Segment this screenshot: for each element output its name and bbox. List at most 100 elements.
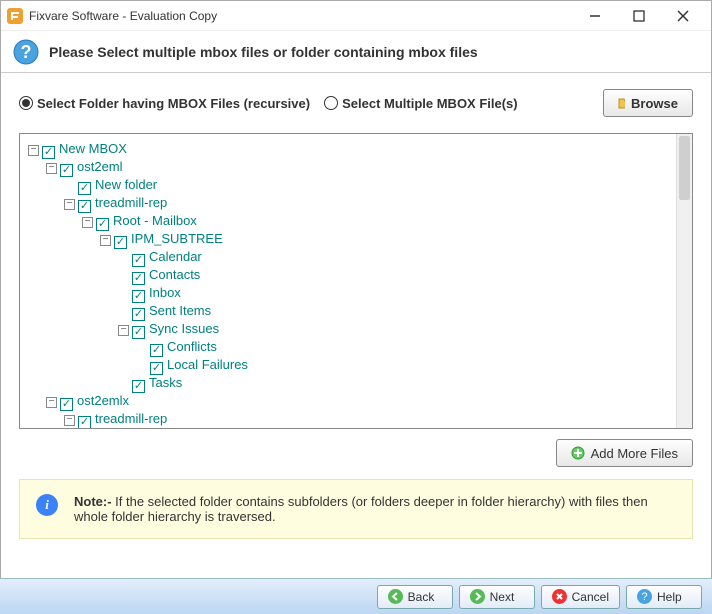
tree-node-label: Local Failures [167,357,248,372]
checkbox-icon[interactable]: ✓ [132,326,145,339]
question-icon: ? [13,39,39,65]
back-label: Back [408,590,435,604]
add-more-label: Add More Files [591,446,678,461]
cancel-x-icon [552,589,567,604]
note-panel: i Note:- If the selected folder contains… [19,479,693,539]
tree-scrollbar[interactable] [676,134,692,428]
browse-label: Browse [631,96,678,111]
back-arrow-icon [388,589,403,604]
cancel-label: Cancel [572,590,609,604]
tree-node[interactable]: −✓ treadmill-rep [24,194,688,212]
maximize-button[interactable] [617,2,661,30]
expand-toggle-icon[interactable]: − [64,199,75,210]
tree-node-label: Calendar [149,249,202,264]
folder-icon [618,96,625,110]
tree-node[interactable]: ✓ Contacts [24,266,688,284]
next-button[interactable]: Next [459,585,535,609]
checkbox-icon[interactable]: ✓ [60,398,73,411]
next-arrow-icon [470,589,485,604]
tree-node-label: Tasks [149,375,182,390]
tree-node[interactable]: −✓ ost2emlx [24,392,688,410]
tree-node-label: Conflicts [167,339,217,354]
checkbox-icon[interactable]: ✓ [42,146,55,159]
tree-node-label: New MBOX [59,141,127,156]
tree-node[interactable]: ✓ Local Failures [24,356,688,374]
radio-label-multiple: Select Multiple MBOX File(s) [342,96,518,111]
note-text: Note:- If the selected folder contains s… [74,494,676,524]
plus-icon [571,446,585,460]
tree-node-label: IPM_SUBTREE [131,231,223,246]
checkbox-icon[interactable]: ✓ [132,380,145,393]
note-bold: Note:- [74,494,112,509]
tree-node[interactable]: −✓ Sync Issues [24,320,688,338]
add-more-files-button[interactable]: Add More Files [556,439,693,467]
expand-toggle-icon[interactable]: − [100,235,111,246]
expand-toggle-icon[interactable]: − [46,397,57,408]
tree-node-label: treadmill-rep [95,411,167,426]
radio-label-folder: Select Folder having MBOX Files (recursi… [37,96,310,111]
help-label: Help [657,590,682,604]
help-q-icon: ? [637,589,652,604]
tree-node[interactable]: ✓ Conflicts [24,338,688,356]
minimize-button[interactable] [573,2,617,30]
expand-toggle-icon[interactable]: − [28,145,39,156]
tree-node-label: Sync Issues [149,321,219,336]
footer-bar: Back Next Cancel ? Help [0,578,712,614]
back-button[interactable]: Back [377,585,453,609]
app-icon [7,8,23,24]
checkbox-icon[interactable]: ✓ [150,362,163,375]
tree-node[interactable]: −✓ IPM_SUBTREE [24,230,688,248]
checkbox-icon[interactable]: ✓ [132,272,145,285]
radio-select-multiple[interactable]: Select Multiple MBOX File(s) [324,96,518,111]
checkbox-icon[interactable]: ✓ [78,416,91,429]
scrollbar-thumb[interactable] [679,136,690,200]
tree-node-label: Contacts [149,267,200,282]
window-title: Fixvare Software - Evaluation Copy [29,9,573,23]
tree-node-label: treadmill-rep [95,195,167,210]
checkbox-icon[interactable]: ✓ [78,200,91,213]
add-more-row: Add More Files [1,429,711,475]
header-text: Please Select multiple mbox files or fol… [49,44,478,60]
checkbox-icon[interactable]: ✓ [78,182,91,195]
svg-text:?: ? [21,42,32,62]
expand-toggle-icon[interactable]: − [64,415,75,426]
info-icon: i [36,494,58,516]
radio-select-folder[interactable]: Select Folder having MBOX Files (recursi… [19,96,310,111]
note-body: If the selected folder contains subfolde… [74,494,648,524]
titlebar: Fixvare Software - Evaluation Copy [1,1,711,31]
tree-node-label: Root - Mailbox [113,213,197,228]
tree-node[interactable]: ✓ Tasks [24,374,688,392]
cancel-button[interactable]: Cancel [541,585,620,609]
tree-node[interactable]: −✓ ost2eml [24,158,688,176]
tree-node-label: New folder [95,177,157,192]
tree-node[interactable]: −✓ treadmill-rep [24,410,688,428]
next-label: Next [490,590,515,604]
checkbox-icon[interactable]: ✓ [60,164,73,177]
tree-node[interactable]: −✓ Root - Mailbox [24,212,688,230]
radio-icon [19,96,33,110]
expand-toggle-icon[interactable]: − [118,325,129,336]
tree-node[interactable]: ✓ Inbox [24,284,688,302]
help-button[interactable]: ? Help [626,585,702,609]
tree-container: −✓New MBOX−✓ost2eml✓New folder−✓treadmil… [19,133,693,429]
checkbox-icon[interactable]: ✓ [150,344,163,357]
tree-node-label: Inbox [149,285,181,300]
browse-button[interactable]: Browse [603,89,693,117]
folder-tree[interactable]: −✓New MBOX−✓ost2eml✓New folder−✓treadmil… [20,134,692,428]
checkbox-icon[interactable]: ✓ [96,218,109,231]
tree-node-label: ost2emlx [77,393,129,408]
expand-toggle-icon[interactable]: − [46,163,57,174]
checkbox-icon[interactable]: ✓ [114,236,127,249]
tree-node[interactable]: ✓ New folder [24,176,688,194]
header-row: ? Please Select multiple mbox files or f… [1,31,711,73]
tree-node[interactable]: −✓ New MBOX [24,140,688,158]
tree-node-label: Sent Items [149,303,211,318]
expand-toggle-icon[interactable]: − [82,217,93,228]
checkbox-icon[interactable]: ✓ [132,254,145,267]
checkbox-icon[interactable]: ✓ [132,290,145,303]
close-button[interactable] [661,2,705,30]
tree-node[interactable]: ✓ Sent Items [24,302,688,320]
tree-node-label: ost2eml [77,159,123,174]
selection-row: Select Folder having MBOX Files (recursi… [1,73,711,127]
checkbox-icon[interactable]: ✓ [132,308,145,321]
